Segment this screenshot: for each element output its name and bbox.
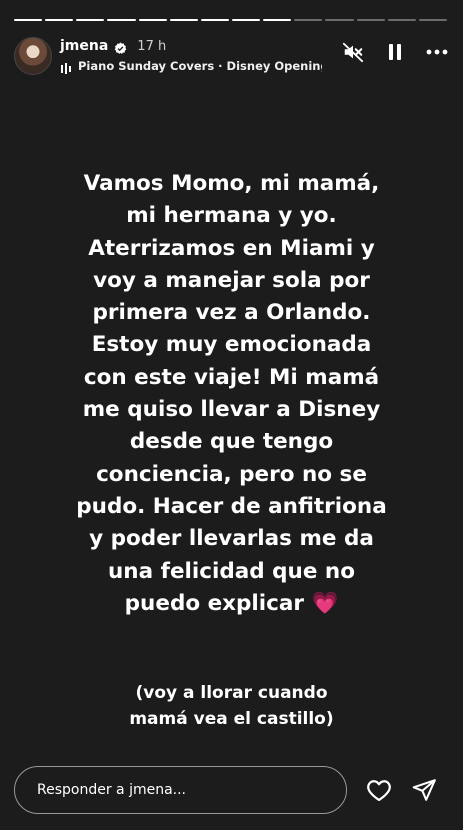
heart-icon[interactable] — [364, 775, 394, 805]
send-icon[interactable] — [409, 775, 439, 805]
progress-segment — [138, 19, 167, 21]
music-note-icon — [60, 60, 72, 74]
story-controls — [341, 40, 449, 64]
story-caption-text: Vamos Momo, mi mamá, mi hermana y yo. At… — [76, 171, 387, 616]
pink-heart-emoji: 💗 — [311, 590, 339, 616]
user-line: jmena 17 h — [60, 36, 166, 56]
mute-icon[interactable] — [341, 40, 365, 64]
progress-segment — [14, 19, 43, 21]
story-note: (voy a llorar cuando mamá vea el castill… — [129, 683, 334, 729]
progress-segment — [231, 19, 261, 21]
story-caption: Vamos Momo, mi mamá, mi hermana y yo. At… — [60, 168, 403, 620]
progress-segment — [325, 19, 354, 21]
progress-segment — [418, 19, 447, 21]
progress-segment — [356, 19, 385, 21]
story-progress-bar — [14, 19, 447, 22]
progress-segment — [107, 19, 136, 21]
more-options-icon[interactable] — [425, 40, 449, 64]
progress-segment — [76, 19, 105, 21]
progress-segment — [294, 19, 323, 21]
progress-segment — [169, 19, 198, 21]
avatar[interactable] — [14, 37, 52, 75]
progress-segment — [387, 19, 416, 21]
pause-icon[interactable] — [383, 40, 407, 64]
reply-placeholder: Responder a jmena... — [37, 782, 187, 798]
progress-segment — [45, 19, 74, 21]
verified-badge-icon — [114, 40, 127, 54]
progress-segment — [263, 19, 292, 21]
story-header: jmena 17 h Piano Sunday Covers · Disney … — [14, 36, 449, 76]
timestamp: 17 h — [137, 38, 167, 54]
music-attribution[interactable]: Piano Sunday Covers · Disney Opening T — [60, 58, 322, 74]
reply-input[interactable]: Responder a jmena... — [14, 766, 347, 814]
music-title: Piano Sunday Covers · Disney Opening T — [78, 59, 322, 73]
progress-segment — [200, 19, 229, 21]
username[interactable]: jmena — [60, 38, 108, 54]
